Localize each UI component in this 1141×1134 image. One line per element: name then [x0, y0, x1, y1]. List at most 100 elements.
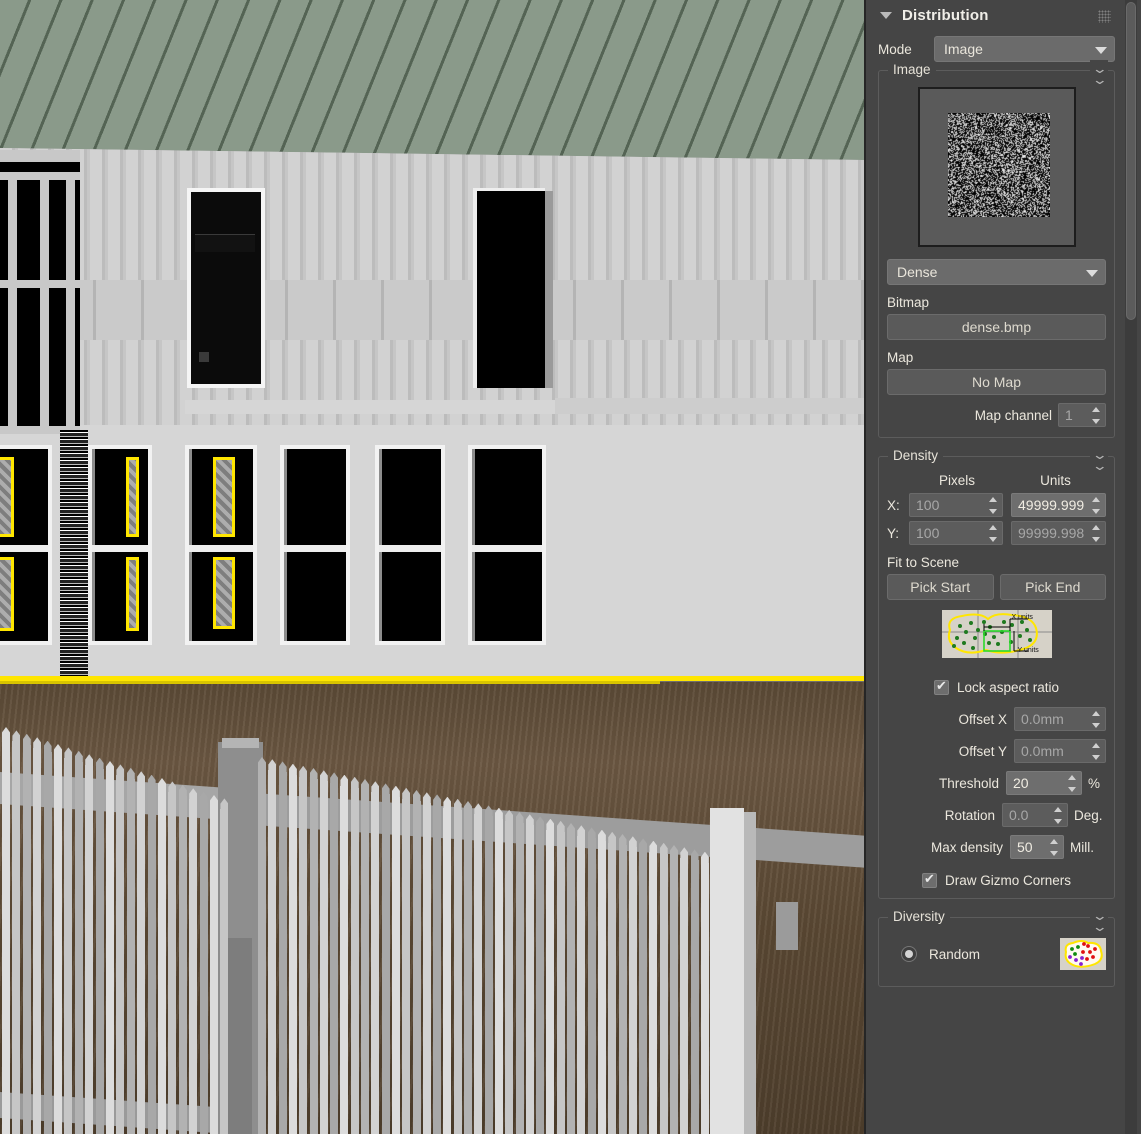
fence-picket — [361, 790, 369, 1134]
spinner-arrows-icon[interactable] — [1091, 406, 1102, 425]
fence-picket — [54, 755, 62, 1134]
rollout-header-distribution[interactable]: Distribution — [874, 0, 1119, 30]
bitmap-button[interactable]: dense.bmp — [887, 314, 1106, 340]
fence-picket — [106, 772, 114, 1134]
fence-picket — [200, 803, 208, 1134]
fence-picket — [577, 836, 585, 1134]
threshold-spinner[interactable]: 20 — [1006, 771, 1082, 795]
row-x-label: X: — [887, 498, 909, 513]
spinner-arrows-icon[interactable] — [1091, 742, 1102, 761]
fit-to-scene-label: Fit to Scene — [887, 555, 1106, 570]
spinner-arrows-icon[interactable] — [1049, 838, 1060, 857]
spinner-arrows-icon[interactable] — [1091, 524, 1102, 543]
threshold-label: Threshold — [939, 776, 999, 791]
max-density-spinner[interactable]: 50 — [1010, 835, 1064, 859]
fence-picket — [454, 810, 462, 1134]
window-2 — [88, 445, 152, 645]
noise-bitmap-preview — [948, 113, 1050, 217]
mode-value: Image — [944, 41, 983, 57]
fence-picket — [279, 772, 287, 1134]
fence-picket — [629, 847, 637, 1134]
fence-picket — [168, 792, 176, 1134]
offset-x-value: 0.0mm — [1021, 711, 1064, 727]
draw-gizmo-row[interactable]: Draw Gizmo Corners — [887, 873, 1106, 888]
diversity-group: Diversity ⌄ ⌄ Random — [878, 917, 1115, 987]
offset-y-spinner[interactable]: 0.0mm — [1014, 739, 1106, 763]
collapse-image-group-icon[interactable]: ⌄ ⌄ — [1090, 60, 1108, 78]
preset-value: Dense — [897, 264, 937, 280]
fence-picket — [598, 841, 606, 1134]
draw-gizmo-checkbox[interactable] — [922, 873, 937, 888]
map-label: Map — [887, 350, 1106, 365]
preset-dropdown[interactable]: Dense — [887, 259, 1106, 285]
gizmo-diagram[interactable]: X units Y units — [942, 610, 1052, 658]
noise-canvas — [948, 113, 1050, 217]
wall-panel-band — [0, 280, 864, 340]
fence-picket — [619, 845, 627, 1134]
collapse-density-group-icon[interactable]: ⌄ ⌄ — [1090, 446, 1108, 464]
map-channel-label: Map channel — [975, 408, 1052, 423]
gizmo-x-units-label: X units — [1012, 614, 1033, 621]
fence-picket — [2, 738, 10, 1134]
fence-picket — [649, 852, 657, 1134]
fence-picket — [64, 758, 72, 1134]
fence-picket — [670, 856, 678, 1134]
pick-end-button[interactable]: Pick End — [1000, 574, 1107, 600]
rotation-spinner[interactable]: 0.0 — [1002, 803, 1068, 827]
fence-picket — [33, 748, 41, 1134]
map-channel-spinner[interactable]: 1 — [1058, 403, 1106, 427]
fence-picket — [464, 812, 472, 1134]
rotation-label: Rotation — [945, 808, 995, 823]
fence-picket — [443, 808, 451, 1134]
map-button[interactable]: No Map — [887, 369, 1106, 395]
fence-picket — [588, 838, 596, 1134]
fence-picket — [546, 830, 554, 1134]
fence-picket — [402, 799, 410, 1134]
triangle-down-icon[interactable] — [880, 12, 892, 19]
x-pixels-value: 100 — [916, 497, 939, 513]
diversity-color-preview[interactable] — [1060, 938, 1106, 970]
fence-picket — [44, 752, 52, 1134]
lock-aspect-checkbox[interactable] — [934, 680, 949, 695]
fence-picket — [330, 783, 338, 1134]
3d-viewport[interactable] — [0, 0, 864, 1134]
fence-picket — [220, 809, 228, 1134]
spinner-arrows-icon[interactable] — [988, 524, 999, 543]
doorway-opening-left — [187, 188, 265, 388]
diversity-svg — [1060, 938, 1106, 970]
bitmap-preview[interactable] — [918, 87, 1076, 247]
spinner-arrows-icon[interactable] — [988, 496, 999, 515]
drag-grip-icon[interactable] — [1098, 10, 1111, 23]
mode-dropdown[interactable]: Image — [934, 36, 1115, 62]
page-title: Distribution — [902, 7, 989, 24]
spinner-arrows-icon[interactable] — [1091, 710, 1102, 729]
fence-picket — [567, 834, 575, 1134]
x-pixels-spinner[interactable]: 100 — [909, 493, 1003, 517]
row-y-label: Y: — [887, 526, 909, 541]
offset-y-label: Offset Y — [959, 744, 1007, 759]
fence-picket — [608, 843, 616, 1134]
doorway-opening-right — [473, 188, 545, 388]
spinner-arrows-icon[interactable] — [1091, 496, 1102, 515]
pick-start-button[interactable]: Pick Start — [887, 574, 994, 600]
window-1 — [0, 445, 52, 645]
fence-picket — [680, 858, 688, 1134]
x-units-spinner[interactable]: 49999.999 — [1011, 493, 1106, 517]
collapse-diversity-group-icon[interactable]: ⌄ ⌄ — [1090, 907, 1108, 925]
fence-picket — [158, 789, 166, 1134]
left-framing — [0, 150, 80, 430]
fence-picket — [433, 805, 441, 1134]
panel-scrollbar-thumb[interactable] — [1126, 2, 1136, 320]
y-pixels-spinner[interactable]: 100 — [909, 521, 1003, 545]
y-units-spinner[interactable]: 99999.998 — [1011, 521, 1106, 545]
offset-x-label: Offset X — [958, 712, 1007, 727]
fence-picket — [557, 832, 565, 1134]
window-4 — [280, 445, 350, 645]
offset-x-spinner[interactable]: 0.0mm — [1014, 707, 1106, 731]
random-radio[interactable] — [901, 946, 917, 962]
lock-aspect-row[interactable]: Lock aspect ratio — [887, 680, 1106, 695]
spinner-arrows-icon[interactable] — [1067, 774, 1078, 793]
fence-picket — [382, 794, 390, 1134]
image-group-legend: Image — [888, 62, 936, 77]
spinner-arrows-icon[interactable] — [1053, 806, 1064, 825]
